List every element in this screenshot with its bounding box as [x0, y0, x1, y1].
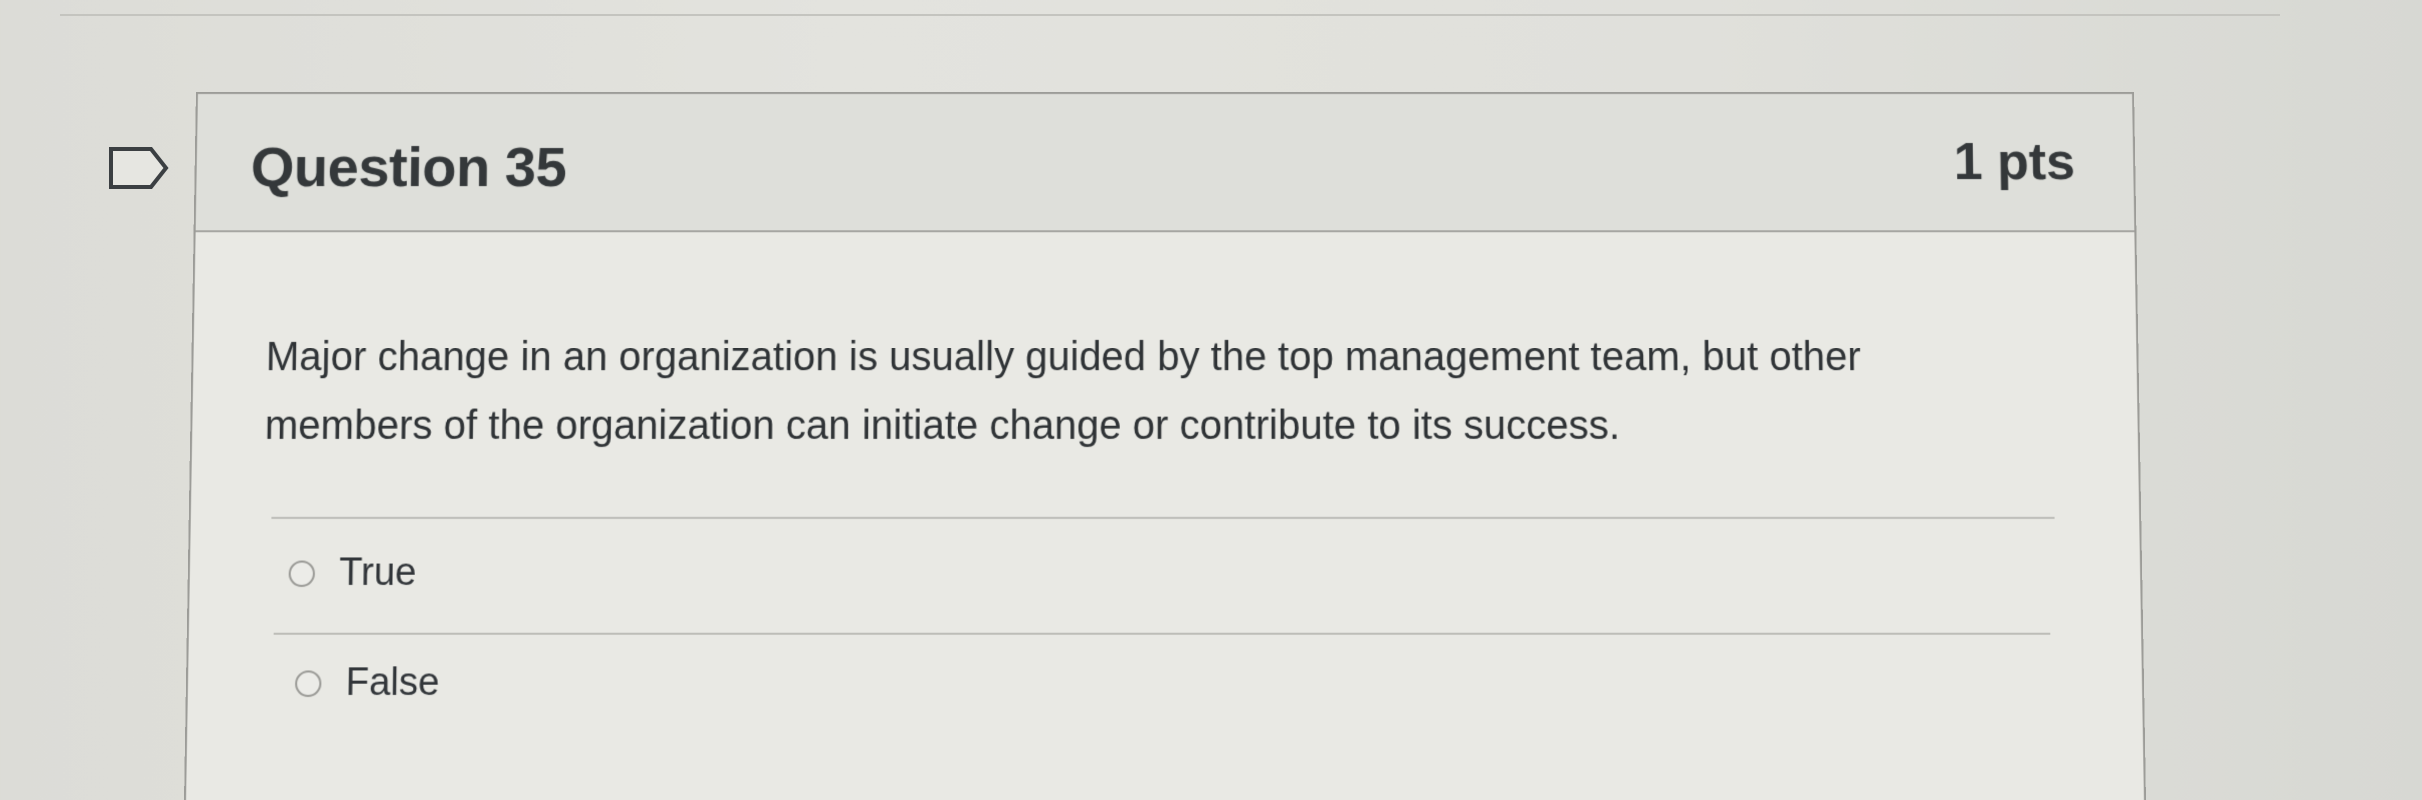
- radio-button[interactable]: [288, 560, 316, 587]
- question-title: Question 35: [250, 135, 567, 199]
- answer-label-true: True: [338, 551, 417, 595]
- answer-divider: [273, 632, 2051, 635]
- question-header: Question 35 1 pts: [195, 93, 2135, 233]
- radio-button[interactable]: [294, 669, 322, 697]
- answer-divider: [271, 516, 2055, 519]
- top-divider: [60, 14, 2280, 16]
- question-text: Major change in an organization is usual…: [264, 334, 1862, 448]
- answer-label-false: False: [345, 661, 440, 705]
- question-card: Question 35 1 pts Major change in an org…: [184, 92, 2146, 800]
- answer-option-false[interactable]: False: [294, 661, 440, 705]
- question-points: 1 pts: [1953, 133, 2076, 192]
- flag-icon[interactable]: [108, 146, 170, 190]
- answer-option-true[interactable]: True: [288, 551, 417, 595]
